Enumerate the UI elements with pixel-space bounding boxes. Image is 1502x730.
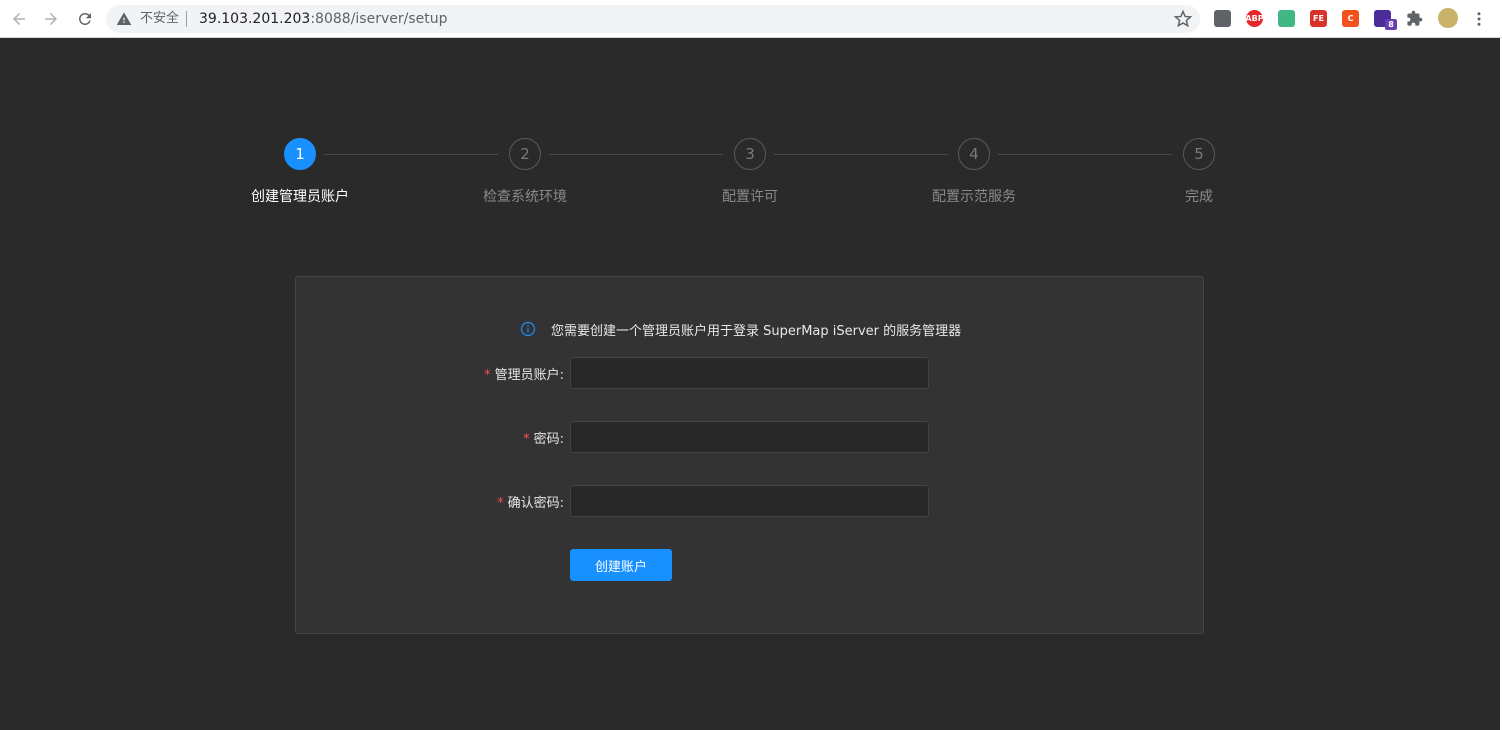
admin-account-label-text: 管理员账户: <box>494 368 564 383</box>
step-connector <box>998 154 1172 155</box>
info-circle-icon <box>520 321 536 337</box>
adblock-plus-icon[interactable]: ABP <box>1245 10 1264 27</box>
step-1-label: 创建管理员账户 <box>251 189 349 205</box>
confirm-password-input[interactable] <box>570 485 929 517</box>
url-path: :8088/iserver/setup <box>310 11 448 27</box>
omnibox-divider <box>186 11 187 27</box>
step-1-circle: 1 <box>284 138 316 170</box>
confirm-password-label-text: 确认密码: <box>507 496 564 511</box>
info-text: 您需要创建一个管理员账户用于登录 SuperMap iServer 的服务管理器 <box>551 323 962 339</box>
step-2-label: 检查系统环境 <box>483 189 567 205</box>
profile-avatar-icon[interactable] <box>1438 8 1458 28</box>
c-ext-icon[interactable]: C <box>1342 10 1359 27</box>
arrow-right-icon <box>45 13 57 25</box>
forward-button[interactable] <box>40 8 62 30</box>
arrow-left-icon <box>13 13 25 25</box>
screenshot-ext-icon[interactable] <box>1214 10 1231 27</box>
bookmark-star-icon[interactable] <box>1174 10 1192 28</box>
reload-button[interactable] <box>74 8 96 30</box>
create-account-button[interactable]: 创建账户 <box>570 549 672 581</box>
password-label: * 密码: <box>324 428 564 447</box>
confirm-password-label: * 确认密码: <box>324 492 564 511</box>
info-message: 您需要创建一个管理员账户用于登录 SuperMap iServer 的服务管理器 <box>520 320 962 339</box>
admin-account-label: * 管理员账户: <box>324 364 564 383</box>
url-host: 39.103.201.203 <box>199 11 311 27</box>
step-2-circle: 2 <box>509 138 541 170</box>
fe-helper-icon[interactable]: FE <box>1310 10 1327 27</box>
step-connector <box>774 154 948 155</box>
purple-ext-icon[interactable]: 8 <box>1374 10 1397 30</box>
password-input[interactable] <box>570 421 929 453</box>
password-label-text: 密码: <box>533 432 564 447</box>
address-bar[interactable]: 不安全 39.103.201.203:8088/iserver/setup <box>106 5 1200 33</box>
step-3-label: 配置许可 <box>722 189 778 205</box>
browser-menu-button[interactable] <box>1468 8 1490 30</box>
url-text[interactable]: 39.103.201.203:8088/iserver/setup <box>199 10 448 28</box>
browser-toolbar: 不安全 39.103.201.203:8088/iserver/setup AB… <box>0 0 1502 38</box>
extension-badge: 8 <box>1385 19 1397 30</box>
warning-triangle-icon <box>116 12 132 25</box>
admin-account-input[interactable] <box>570 357 929 389</box>
more-vertical-icon <box>1477 12 1481 26</box>
required-mark: * <box>484 368 491 383</box>
extensions-puzzle-icon[interactable] <box>1406 10 1423 27</box>
step-connector <box>549 154 723 155</box>
step-5-circle: 5 <box>1183 138 1215 170</box>
back-button[interactable] <box>8 8 30 30</box>
reload-icon <box>78 12 91 25</box>
required-mark: * <box>523 432 530 447</box>
step-4-label: 配置示范服务 <box>932 189 1016 205</box>
step-5-label: 完成 <box>1185 189 1213 205</box>
step-3-circle: 3 <box>734 138 766 170</box>
step-4-circle: 4 <box>958 138 990 170</box>
required-mark: * <box>497 496 504 511</box>
security-status-text[interactable]: 不安全 <box>140 11 179 27</box>
step-connector <box>324 154 498 155</box>
vue-devtools-icon[interactable] <box>1278 10 1295 27</box>
